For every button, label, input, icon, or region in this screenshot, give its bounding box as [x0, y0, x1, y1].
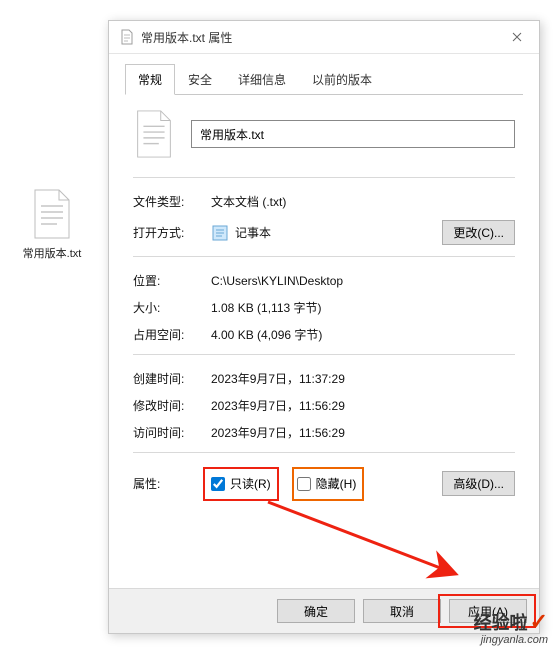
desktop-file[interactable]: 常用版本.txt: [10, 188, 94, 261]
row-size-on-disk: 占用空间: 4.00 KB (4,096 字节): [133, 321, 515, 348]
hidden-checkbox[interactable]: [297, 477, 311, 491]
tab-strip: 常规 安全 详细信息 以前的版本: [125, 64, 523, 95]
label-size: 大小:: [133, 299, 211, 316]
row-location: 位置: C:\Users\KYLIN\Desktop: [133, 267, 515, 294]
label-file-type: 文件类型:: [133, 193, 211, 210]
row-modified: 修改时间: 2023年9月7日，11:56:29: [133, 392, 515, 419]
row-size: 大小: 1.08 KB (1,113 字节): [133, 294, 515, 321]
row-open-with: 打开方式: 记事本 更改(C)...: [133, 215, 515, 250]
label-modified: 修改时间:: [133, 397, 211, 414]
label-created: 创建时间:: [133, 370, 211, 387]
window-title: 常用版本.txt 属性: [141, 29, 495, 46]
row-file-type: 文件类型: 文本文档 (.txt): [133, 188, 515, 215]
hidden-label: 隐藏(H): [316, 475, 357, 492]
label-attributes: 属性:: [133, 475, 211, 492]
readonly-checkbox[interactable]: [211, 477, 225, 491]
check-icon: ✓: [530, 609, 548, 634]
close-button[interactable]: [495, 21, 539, 53]
watermark: 经验啦✓ jingyanla.com: [474, 615, 548, 647]
watermark-brand: 经验啦: [474, 613, 528, 633]
value-created: 2023年9月7日，11:37:29: [211, 370, 515, 387]
value-size: 1.08 KB (1,113 字节): [211, 299, 515, 316]
value-open-with: 记事本: [235, 224, 271, 241]
tab-details[interactable]: 详细信息: [225, 64, 299, 95]
row-attributes: 属性: 只读(R) 隐藏(H) 高级(D)...: [133, 463, 515, 500]
value-accessed: 2023年9月7日，11:56:29: [211, 424, 515, 441]
text-file-icon: [31, 188, 73, 240]
tab-previous-versions[interactable]: 以前的版本: [299, 64, 385, 95]
desktop-file-label: 常用版本.txt: [10, 247, 94, 261]
properties-dialog: 常用版本.txt 属性 常规 安全 详细信息 以前的版本: [108, 20, 540, 634]
tab-general[interactable]: 常规: [125, 64, 175, 95]
cancel-button[interactable]: 取消: [363, 599, 441, 623]
readonly-checkbox-wrap[interactable]: 只读(R): [211, 475, 271, 492]
readonly-label: 只读(R): [230, 475, 271, 492]
row-created: 创建时间: 2023年9月7日，11:37:29: [133, 365, 515, 392]
tab-security[interactable]: 安全: [175, 64, 225, 95]
text-file-icon: [133, 109, 175, 159]
titlebar[interactable]: 常用版本.txt 属性: [109, 21, 539, 54]
label-size-on-disk: 占用空间:: [133, 326, 211, 343]
value-size-on-disk: 4.00 KB (4,096 字节): [211, 326, 515, 343]
watermark-url: jingyanla.com: [481, 634, 548, 646]
value-location: C:\Users\KYLIN\Desktop: [211, 274, 515, 288]
hidden-checkbox-wrap[interactable]: 隐藏(H): [297, 475, 357, 492]
close-icon: [512, 32, 522, 42]
advanced-button[interactable]: 高级(D)...: [442, 471, 515, 496]
label-accessed: 访问时间:: [133, 424, 211, 441]
filename-input[interactable]: [191, 120, 515, 148]
label-open-with: 打开方式:: [133, 224, 211, 241]
label-location: 位置:: [133, 272, 211, 289]
notepad-icon: [211, 224, 229, 242]
change-button[interactable]: 更改(C)...: [442, 220, 515, 245]
value-file-type: 文本文档 (.txt): [211, 193, 515, 210]
value-modified: 2023年9月7日，11:56:29: [211, 397, 515, 414]
text-file-icon: [119, 29, 135, 45]
ok-button[interactable]: 确定: [277, 599, 355, 623]
row-accessed: 访问时间: 2023年9月7日，11:56:29: [133, 419, 515, 446]
